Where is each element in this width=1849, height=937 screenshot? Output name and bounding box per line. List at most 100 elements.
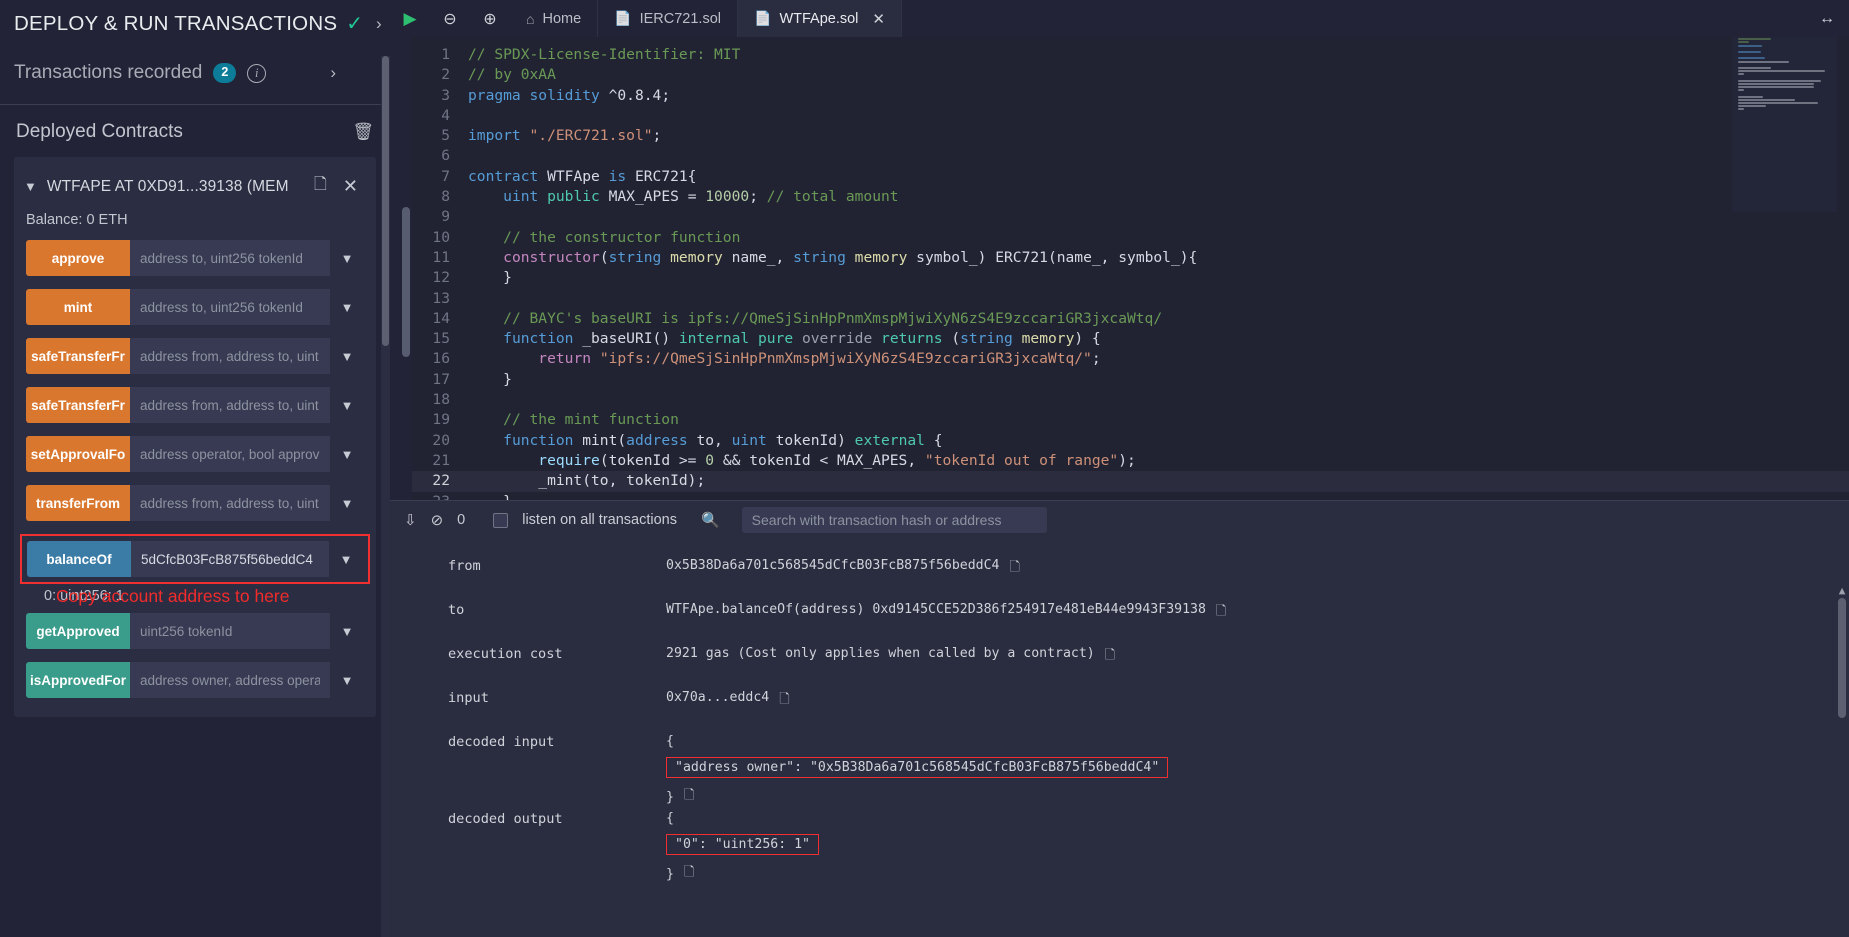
approve-button[interactable]: approve	[26, 240, 130, 276]
zoom-out-button[interactable]: ⊖	[430, 0, 470, 37]
approve-input[interactable]	[130, 240, 330, 276]
zoom-in-icon: ⊕	[483, 10, 497, 28]
zoom-in-button[interactable]: ⊕	[470, 0, 510, 37]
expand-arrows-icon[interactable]: ↔	[1819, 10, 1835, 28]
code-line[interactable]: 7 contract WTFApe is ERC721{	[412, 167, 1849, 187]
transferfrom-button[interactable]: transferFrom	[26, 485, 130, 521]
run-script-button[interactable]: ▶	[390, 0, 430, 37]
chevrons-down-icon[interactable]: ⇩	[404, 511, 417, 529]
mint-button[interactable]: mint	[26, 289, 130, 325]
terminal-scrollbar[interactable]: ▲	[1837, 584, 1847, 937]
code-editor[interactable]: 1 // SPDX-License-Identifier: MIT 2 // by 0…	[390, 37, 1849, 500]
tab-ierc721[interactable]: 📄 IERC721.sol	[598, 0, 738, 37]
page-title: DEPLOY & RUN TRANSACTIONS	[14, 12, 338, 35]
mint-expand-chevron-icon[interactable]: ▼	[330, 289, 364, 325]
code-text: // the constructor function	[503, 228, 741, 246]
code-line[interactable]: 5 import "./ERC721.sol";	[412, 126, 1849, 146]
code-line[interactable]: 13	[412, 289, 1849, 309]
code-line[interactable]: 12 }	[412, 268, 1849, 288]
setapprovalforall-input[interactable]	[130, 436, 330, 472]
code-line[interactable]: 8 uint public MAX_APES = 10000; // total…	[412, 187, 1849, 207]
search-icon[interactable]: 🔍	[701, 511, 720, 529]
chevron-right-icon[interactable]: ›	[376, 14, 382, 34]
ban-icon[interactable]: ⊘	[431, 511, 444, 529]
getapproved-expand-chevron-icon[interactable]: ▼	[330, 613, 364, 649]
close-icon[interactable]: ✕	[872, 10, 885, 28]
isapprovedforall-expand-chevron-icon[interactable]: ▼	[330, 662, 364, 698]
copy-icon[interactable]: 🗋	[684, 863, 694, 885]
safetransferfrom-button-2[interactable]: safeTransferFr	[26, 387, 130, 423]
contract-card-header[interactable]: ▼ WTFAPE AT 0XD91...39138 (MEM 🗋 ✕	[14, 167, 376, 208]
code-line[interactable]: 11 constructor(string memory name_, stri…	[412, 248, 1849, 268]
copy-icon[interactable]: 🗋	[684, 786, 694, 808]
info-icon[interactable]: i	[247, 63, 267, 83]
transferfrom-expand-chevron-icon[interactable]: ▼	[330, 485, 364, 521]
approve-expand-chevron-icon[interactable]: ▼	[330, 240, 364, 276]
scroll-up-arrow-icon[interactable]: ▲	[1837, 584, 1847, 597]
isapprovedforall-button[interactable]: isApprovedFor	[26, 662, 130, 698]
code-line[interactable]: 22 _mint(to, tokenId);	[412, 471, 1849, 492]
code-line[interactable]: 2 // by 0xAA	[412, 65, 1849, 85]
setapprovalforall-button[interactable]: setApprovalFo	[26, 436, 130, 472]
decoded-output-open-brace: {	[666, 811, 674, 826]
code-line[interactable]: 20 function mint(address to, uint tokenI…	[412, 431, 1849, 451]
code-line[interactable]: 18	[412, 390, 1849, 410]
setapprovalforall-expand-chevron-icon[interactable]: ▼	[330, 436, 364, 472]
balanceof-button[interactable]: balanceOf	[27, 541, 131, 577]
terminal-search-input[interactable]	[741, 507, 1047, 533]
safetransferfrom-expand-chevron-icon-2[interactable]: ▼	[330, 387, 364, 423]
code-line[interactable]: 10 // the constructor function	[412, 228, 1849, 248]
editor-scrollbar-thumb[interactable]	[402, 207, 410, 357]
code-line[interactable]: 4	[412, 106, 1849, 126]
transaction-details: from 0x5B38Da6a701c568545dCfcB03FcB875f5…	[390, 539, 1849, 937]
tx-value-execution-cost-wrap: 2921 gas (Cost only applies when called …	[666, 643, 1115, 668]
left-panel-scrollbar[interactable]	[381, 56, 390, 937]
code-text: }	[468, 370, 512, 388]
code-line[interactable]: 9	[412, 207, 1849, 227]
line-number: 1	[441, 46, 450, 63]
tab-wtfape[interactable]: 📄 WTFApe.sol ✕	[738, 0, 902, 37]
code-line[interactable]: 3 pragma solidity ^0.8.4;	[412, 86, 1849, 106]
getapproved-input[interactable]	[130, 613, 330, 649]
copy-icon[interactable]: 🗋	[1105, 646, 1115, 668]
left-panel-scrollbar-thumb[interactable]	[382, 56, 389, 346]
safetransferfrom-button-1[interactable]: safeTransferFr	[26, 338, 130, 374]
balanceof-expand-chevron-icon[interactable]: ▼	[329, 541, 363, 577]
code-line[interactable]: 16 return "ipfs://QmeSjSinHpPnmXmspMjwiX…	[412, 349, 1849, 369]
trash-icon[interactable]: 🗑	[352, 122, 374, 142]
transactions-expand-chevron-icon[interactable]: ›	[330, 63, 336, 83]
mint-input[interactable]	[130, 289, 330, 325]
copy-icon[interactable]: 🗋	[314, 173, 327, 200]
terminal-scrollbar-thumb[interactable]	[1838, 598, 1846, 718]
listen-all-transactions-checkbox[interactable]	[493, 512, 509, 528]
minimap-line	[1738, 108, 1744, 111]
function-row-setapprovalforall: setApprovalFo ▼	[26, 436, 364, 472]
transactions-recorded-row[interactable]: Transactions recorded 2 i ›	[0, 46, 390, 104]
tab-home[interactable]: ⌂ Home	[510, 0, 599, 37]
code-lines-container[interactable]: 1 // SPDX-License-Identifier: MIT 2 // by 0…	[412, 37, 1849, 500]
close-icon[interactable]: ✕	[343, 176, 358, 197]
editor-left-scrollbar[interactable]	[400, 37, 412, 500]
chevron-down-icon[interactable]: ▼	[24, 179, 37, 194]
line-number: 11	[432, 248, 450, 266]
code-line[interactable]: 23 }	[412, 492, 1849, 500]
code-line[interactable]: 14 // BAYC's baseURI is ipfs://QmeSjSinH…	[412, 309, 1849, 329]
safetransferfrom-expand-chevron-icon-1[interactable]: ▼	[330, 338, 364, 374]
code-line[interactable]: 6	[412, 146, 1849, 166]
isapprovedforall-input[interactable]	[130, 662, 330, 698]
safetransferfrom-input-2[interactable]	[130, 387, 330, 423]
transferfrom-input[interactable]	[130, 485, 330, 521]
code-line[interactable]: 1 // SPDX-License-Identifier: MIT	[412, 45, 1849, 65]
editor-minimap[interactable]	[1732, 37, 1837, 212]
code-line[interactable]: 15 function _baseURI() internal pure ove…	[412, 329, 1849, 349]
code-line[interactable]: 17 }	[412, 370, 1849, 390]
balanceof-input[interactable]	[131, 541, 329, 577]
copy-icon[interactable]: 🗋	[1216, 602, 1226, 624]
code-line[interactable]: 21 require(tokenId >= 0 && tokenId < MAX…	[412, 451, 1849, 471]
copy-icon[interactable]: 🗋	[779, 690, 789, 712]
safetransferfrom-input-1[interactable]	[130, 338, 330, 374]
code-line[interactable]: 19 // the mint function	[412, 410, 1849, 430]
line-number: 14	[432, 309, 450, 327]
copy-icon[interactable]: 🗋	[1009, 558, 1019, 580]
getapproved-button[interactable]: getApproved	[26, 613, 130, 649]
